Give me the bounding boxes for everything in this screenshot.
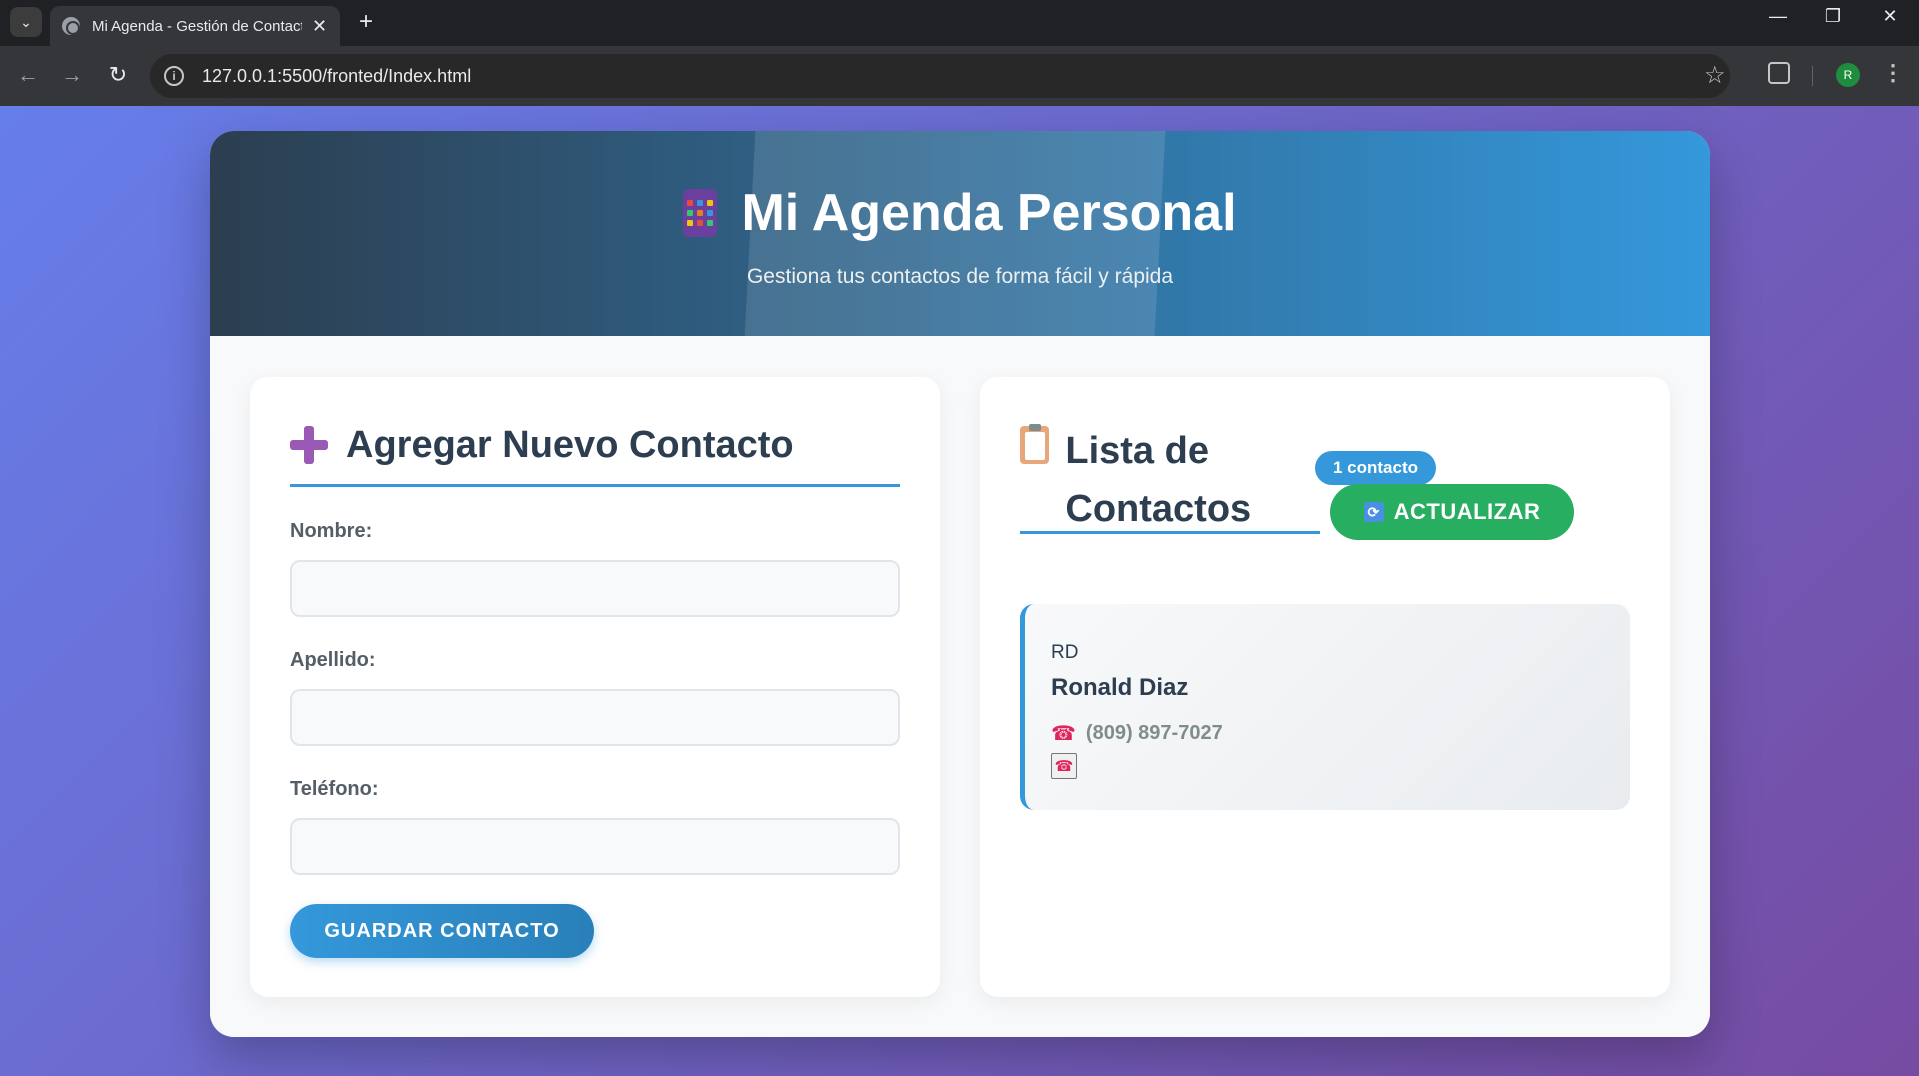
contact-phone-row: ☎ (809) 897-7027	[1051, 721, 1223, 746]
save-contact-button[interactable]: GUARDAR CONTACTO	[290, 904, 594, 958]
extensions-icon[interactable]	[1768, 62, 1790, 84]
back-button[interactable]: ←	[14, 62, 42, 88]
list-heading: Lista de Contactos	[1020, 422, 1320, 534]
nombre-input[interactable]	[290, 560, 900, 617]
call-button[interactable]: ☎	[1051, 753, 1077, 779]
browser-tab[interactable]: Mi Agenda - Gestión de Contactos ✕	[50, 6, 340, 46]
contact-name: Ronald Diaz	[1051, 674, 1189, 701]
app-container: Mi Agenda Personal Gestiona tus contacto…	[210, 131, 1710, 1037]
phone-icon: ☎	[1051, 723, 1076, 745]
app-header: Mi Agenda Personal Gestiona tus contacto…	[210, 131, 1710, 336]
contact-list-card: Lista de Contactos 1 contacto ⟳ ACTUALIZ…	[980, 377, 1670, 997]
refresh-button[interactable]: ⟳ ACTUALIZAR	[1330, 484, 1574, 540]
tab-title: Mi Agenda - Gestión de Contactos	[92, 17, 302, 35]
browser-tab-bar: ⌄ Mi Agenda - Gestión de Contactos ✕ + —…	[0, 0, 1919, 46]
page-viewport: Mi Agenda Personal Gestiona tus contacto…	[0, 106, 1919, 1076]
phone-icon: ☎	[1054, 758, 1074, 775]
new-tab-button[interactable]: +	[352, 8, 380, 36]
plus-icon	[290, 426, 328, 464]
address-bar[interactable]: i 127.0.0.1:5500/fronted/Index.html	[150, 54, 1730, 98]
contact-initials: RD	[1051, 642, 1079, 663]
kebab-menu-icon[interactable]: ⋮	[1882, 60, 1904, 86]
site-info-icon[interactable]: i	[164, 66, 184, 86]
contact-card: RD Ronald Diaz ☎ (809) 897-7027 ☎	[1020, 604, 1630, 810]
main-content: Agregar Nuevo Contacto Nombre: Apellido:…	[210, 336, 1710, 1037]
chevron-down-icon: ⌄	[20, 13, 32, 30]
refresh-label: ACTUALIZAR	[1393, 499, 1541, 524]
refresh-icon: ⟳	[1363, 502, 1384, 522]
page-subtitle: Gestiona tus contactos de forma fácil y …	[746, 265, 1174, 288]
contact-count-badge: 1 contacto	[1315, 451, 1437, 485]
minimize-button[interactable]: —	[1758, 6, 1798, 27]
restore-button[interactable]: ❐	[1813, 6, 1853, 27]
contact-phone: (809) 897-7027	[1085, 722, 1223, 744]
forward-button[interactable]: →	[58, 62, 86, 88]
browser-toolbar: ← → ↻ i 127.0.0.1:5500/fronted/Index.htm…	[0, 46, 1919, 106]
bookmark-star-icon[interactable]: ☆	[1704, 61, 1726, 90]
clipboard-icon	[1020, 424, 1050, 464]
telefono-label: Teléfono:	[290, 778, 379, 800]
form-title: Agregar Nuevo Contacto	[346, 424, 794, 466]
globe-icon	[62, 17, 80, 35]
nombre-label: Nombre:	[290, 520, 373, 542]
toolbar-divider	[1812, 66, 1813, 86]
reload-button[interactable]: ↻	[104, 62, 132, 88]
abacus-icon	[683, 189, 718, 237]
url-text: 127.0.0.1:5500/fronted/Index.html	[202, 65, 472, 86]
page-title: Mi Agenda Personal	[741, 184, 1237, 242]
list-title: Lista de Contactos	[1065, 430, 1252, 530]
apellido-label: Apellido:	[290, 649, 376, 671]
tab-close-icon[interactable]: ✕	[312, 16, 327, 37]
telefono-input[interactable]	[290, 818, 900, 875]
apellido-input[interactable]	[290, 689, 900, 746]
add-contact-card: Agregar Nuevo Contacto Nombre: Apellido:…	[250, 377, 940, 997]
close-window-button[interactable]: ✕	[1870, 6, 1910, 27]
form-heading: Agregar Nuevo Contacto	[290, 422, 900, 487]
profile-avatar[interactable]: R	[1836, 63, 1860, 87]
tab-search-button[interactable]: ⌄	[10, 7, 42, 37]
